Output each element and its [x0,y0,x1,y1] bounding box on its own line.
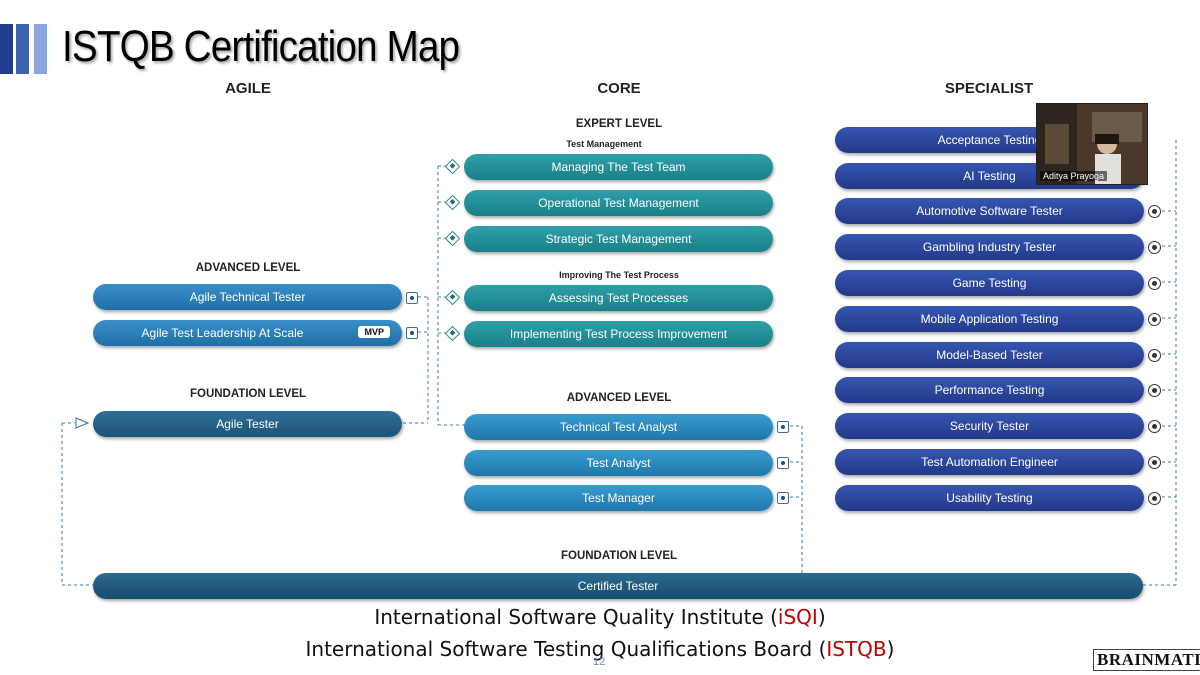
connector-circle-usability [1148,492,1161,505]
cert-label: Agile Test Leadership At Scale [141,326,304,340]
connector-node-ta [777,457,789,469]
connector-circle-gambling [1148,241,1161,254]
cert-label: Security Tester [949,419,1030,433]
cert-test-analyst[interactable]: Test Analyst [464,450,773,476]
cert-agile-test-leadership[interactable]: Agile Test Leadership At Scale MVP [93,320,402,346]
cert-technical-test-analyst[interactable]: Technical Test Analyst [464,414,773,440]
footer-istqb-text: International Software Testing Qualifica… [305,637,827,661]
cert-label: Technical Test Analyst [559,420,678,434]
footer-isqi-text: International Software Quality Institute… [374,605,778,629]
cert-label: Assessing Test Processes [548,291,689,305]
connector-circle-automation [1148,456,1161,469]
cert-strategic-test-management[interactable]: Strategic Test Management [464,226,773,252]
connector-circle-model-based [1148,349,1161,362]
cert-label: Test Analyst [586,456,651,470]
footer-line-isqi: International Software Quality Institute… [0,605,1200,629]
video-thumbnail[interactable]: Aditya Prayoga [1036,103,1148,185]
cert-performance-testing[interactable]: Performance Testing [835,377,1144,403]
page-number: 12 [593,656,606,668]
cert-label: Automotive Software Tester [916,204,1063,218]
cert-gambling-industry-tester[interactable]: Gambling Industry Tester [835,234,1144,260]
connector-node-tm [777,492,789,504]
cert-label: Implementing Test Process Improvement [509,327,728,341]
footer-istqb-abbr: ISTQB [826,637,887,661]
agile-foundation-heading: FOUNDATION LEVEL [189,388,307,400]
cert-model-based-tester[interactable]: Model-Based Tester [835,342,1144,368]
cert-label: AI Testing [963,169,1016,183]
cert-automotive-software-tester[interactable]: Automotive Software Tester [835,198,1144,224]
connector-circle-security [1148,420,1161,433]
footer-isqi-abbr: iSQI [777,605,818,629]
cert-label: Model-Based Tester [936,348,1043,362]
core-expert-heading: EXPERT LEVEL [575,118,663,130]
cert-label: Game Testing [952,276,1027,290]
cert-label: Gambling Industry Tester [922,240,1057,254]
footer-istqb-close: ) [886,637,895,661]
cert-assessing-test-processes[interactable]: Assessing Test Processes [464,285,773,311]
cert-test-manager[interactable]: Test Manager [464,485,773,511]
arrow-marker-agile-tester [75,417,90,429]
cert-game-testing[interactable]: Game Testing [835,270,1144,296]
participant-name: Aditya Prayoga [1040,171,1108,181]
cert-agile-technical-tester[interactable]: Agile Technical Tester [93,284,402,310]
cert-operational-test-management[interactable]: Operational Test Management [464,190,773,216]
connector-circle-automotive [1148,205,1161,218]
cert-label: Agile Tester [216,417,279,431]
brainmatics-logo: BRAINMATICS [1093,649,1200,671]
connector-circle-performance [1148,384,1161,397]
cert-label: Test Automation Engineer [921,455,1058,469]
cert-agile-tester[interactable]: Agile Tester [93,411,402,437]
cert-test-automation-engineer[interactable]: Test Automation Engineer [835,449,1144,475]
agile-advanced-heading: ADVANCED LEVEL [195,262,301,274]
test-management-subheading: Test Management [566,139,642,149]
cert-label: Performance Testing [934,383,1045,397]
cert-managing-the-test-team[interactable]: Managing The Test Team [464,154,773,180]
cert-usability-testing[interactable]: Usability Testing [835,485,1144,511]
connector-node-agile-technical [406,292,418,304]
connector-node-agile-leadership [406,327,418,339]
core-advanced-heading: ADVANCED LEVEL [566,392,672,404]
mvp-badge: MVP [358,326,390,338]
cert-mobile-application-testing[interactable]: Mobile Application Testing [835,306,1144,332]
connector-node-tta [777,421,789,433]
improving-process-subheading: Improving The Test Process [559,270,679,280]
cert-label: Certified Tester [577,579,659,593]
cert-label: Managing The Test Team [551,160,686,174]
cert-label: Operational Test Management [538,196,699,210]
cert-label: Mobile Application Testing [920,312,1059,326]
core-foundation-heading: FOUNDATION LEVEL [560,550,678,562]
cert-certified-tester[interactable]: Certified Tester [93,573,1143,599]
cert-label: Strategic Test Management [545,232,692,246]
cert-label: Acceptance Testing [937,133,1042,147]
cert-label: Test Manager [582,491,655,505]
footer-isqi-close: ) [817,605,826,629]
cert-implementing-test-process-improvement[interactable]: Implementing Test Process Improvement [464,321,773,347]
connector-circle-mobile [1148,313,1161,326]
cert-security-tester[interactable]: Security Tester [835,413,1144,439]
connector-circle-game [1148,277,1161,290]
cert-label: Usability Testing [946,491,1033,505]
cert-label: Agile Technical Tester [189,290,306,304]
